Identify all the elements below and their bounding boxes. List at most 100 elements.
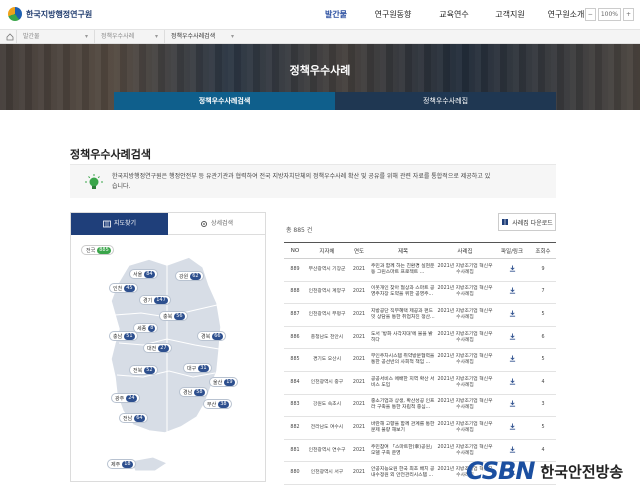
tab-label: 상세검색 <box>210 219 234 227</box>
region-jeonnam[interactable]: 전남 64 <box>119 413 148 423</box>
region-count-badge: 45 <box>124 284 135 292</box>
region-gyeongnam[interactable]: 경남 58 <box>179 387 208 397</box>
total-count: 총 885 건 <box>286 227 313 234</box>
cell-title[interactable]: 이웃개인 찾아 협상과 스마트 공영주차장 도약을 위한 공영주... <box>370 281 436 305</box>
download-icon[interactable] <box>509 333 516 340</box>
cell-title[interactable]: 주민참여 「스마트한(幸)공원」 모델 구축 운영 <box>370 439 436 463</box>
download-icon[interactable] <box>509 400 516 407</box>
region-ulsan[interactable]: 울산 19 <box>209 377 238 387</box>
region-count-badge: 38 <box>218 400 229 408</box>
top-header: 한국지방행정연구원 발간물 연구원동향 교육연수 고객지원 연구원소개 − 10… <box>0 0 640 30</box>
zoom-in-button[interactable]: + <box>622 8 634 21</box>
region-gwangju[interactable]: 광주 24 <box>111 393 140 403</box>
region-daejeon[interactable]: 대전 27 <box>143 343 172 353</box>
site-logo[interactable]: 한국지방행정연구원 <box>8 7 92 21</box>
breadcrumb-level-3[interactable]: 정책우수사례검색 ▾ <box>164 29 240 44</box>
region-jeju[interactable]: 제주 18 <box>107 459 136 469</box>
region-count-badge: 84 <box>144 270 155 278</box>
region-chungbuk[interactable]: 충북 56 <box>159 311 188 321</box>
region-all-button[interactable]: 전국 885 <box>81 245 114 255</box>
cell-year: 2021 <box>348 303 370 327</box>
region-count-badge: 18 <box>122 460 133 468</box>
nav-item-publications[interactable]: 발간물 <box>312 0 360 30</box>
cell-views: 5 <box>530 416 556 440</box>
region-gyeonggi[interactable]: 경기 147 <box>139 295 171 305</box>
nav-item-support[interactable]: 고객지원 <box>482 0 538 30</box>
download-label: 사례집 다운로드 <box>512 219 553 227</box>
region-label: 충북 <box>163 313 173 320</box>
cell-file <box>494 394 530 418</box>
cell-title[interactable]: 바란해 고향을 함께 관계를 통한 문제 불량 해보기 <box>370 416 436 440</box>
table-row[interactable]: 889 부산광역시 기장군 2021 주민과 함께 하는 친환경 실현운동 그린스마트… <box>284 258 556 282</box>
case-table: NO 지자체 연도 제목 사례집 파일/링크 조회수 889 부산광역시 기장군 2… <box>284 242 556 485</box>
cell-views: 9 <box>530 258 556 282</box>
tab-casebook[interactable]: 정책우수사례집 <box>335 92 556 110</box>
cell-title[interactable]: 중소기업과 상생, 확산성공 인프라 구축을 통한 자립적 중심... <box>370 394 436 418</box>
cell-title[interactable]: 주민과 함께 하는 친환경 실현운동 그린스마트 프로젝트 ... <box>370 258 436 282</box>
table-row[interactable]: 883 강원도 속초시 2021 중소기업과 상생, 확산성공 인프라 구축을 통한 … <box>284 394 556 418</box>
tab-detail-search[interactable]: 상세검색 <box>168 213 265 235</box>
cell-no: 885 <box>284 348 306 372</box>
table-row[interactable]: 888 인천광역시 계양구 2021 이웃개인 찾아 협상과 스마트 공영주차장 도약… <box>284 281 556 305</box>
region-label: 제주 <box>111 461 121 468</box>
map-panel: 지도찾기 상세검색 전국 885 서울 84 인천 45 경기 147 강원 62 충북… <box>70 212 266 482</box>
column-header: 지자체 <box>306 242 348 259</box>
cell-title[interactable]: 도서 '방화 사각지대'에 불을 밝히다 <box>370 326 436 350</box>
region-label: 인천 <box>113 285 123 292</box>
download-icon[interactable] <box>509 355 516 362</box>
download-icon[interactable] <box>509 310 516 317</box>
zoom-out-button[interactable]: − <box>584 8 596 21</box>
tab-search[interactable]: 정책우수사례검색 <box>114 92 335 110</box>
region-gangwon[interactable]: 강원 62 <box>175 271 204 281</box>
tab-label: 지도찾기 <box>113 220 137 227</box>
logo-mark-icon <box>8 7 22 21</box>
region-label: 광주 <box>115 395 125 402</box>
region-incheon[interactable]: 인천 45 <box>109 283 138 293</box>
region-daegu[interactable]: 대구 31 <box>183 363 212 373</box>
region-seoul[interactable]: 서울 84 <box>129 269 158 279</box>
region-busan[interactable]: 부산 38 <box>203 399 232 409</box>
region-count-badge: 24 <box>126 394 137 402</box>
download-icon[interactable] <box>509 265 516 272</box>
breadcrumb-label: 정책우수사례검색 <box>171 32 216 40</box>
cell-casebook: 2021년 지방조기업 혁신우수사례집 <box>436 371 494 395</box>
region-count-badge: 66 <box>212 332 223 340</box>
casebook-download-button[interactable]: 사례집 다운로드 <box>498 213 556 231</box>
cell-title[interactable]: 안공지능요원 한국 최초 배치 공 내수정원 외 안전관리시스템 ... <box>370 461 436 485</box>
region-jeonbuk[interactable]: 전북 52 <box>129 365 158 375</box>
logo-text: 한국지방행정연구원 <box>26 9 93 19</box>
home-icon[interactable] <box>4 30 16 44</box>
breadcrumb-level-2[interactable]: 정책우수사례 ▾ <box>94 29 164 44</box>
nav-item-education[interactable]: 교육연수 <box>426 0 482 30</box>
cell-file <box>494 281 530 305</box>
breadcrumb-level-1[interactable]: 발간물 ▾ <box>16 29 94 44</box>
region-chungnam[interactable]: 충남 51 <box>109 331 138 341</box>
table-row[interactable]: 885 경기도 오산시 2021 무인주차시스템 취약방문협력을 통한 공선반의 사회… <box>284 348 556 372</box>
cell-region: 강원도 속초시 <box>306 394 348 418</box>
cell-no: 881 <box>284 439 306 463</box>
cell-year: 2021 <box>348 394 370 418</box>
table-row[interactable]: 882 전라남도 여수시 2021 바란해 고향을 함께 관계를 통한 문제 불량 해… <box>284 416 556 440</box>
chevron-down-icon: ▾ <box>84 32 88 40</box>
cell-title[interactable]: 지방공단 직무혜택 제공과 펀드 잇 상담을 통한 취업처진 정산... <box>370 303 436 327</box>
download-icon[interactable] <box>509 287 516 294</box>
nav-item-research-news[interactable]: 연구원동향 <box>360 0 426 30</box>
cell-year: 2021 <box>348 461 370 485</box>
download-icon[interactable] <box>509 445 516 453</box>
tab-map-search[interactable]: 지도찾기 <box>71 213 168 235</box>
region-count-badge: 147 <box>154 296 168 304</box>
cell-title[interactable]: 공공서비스 에배한 지역 확산 서비스 도입 <box>370 371 436 395</box>
cell-file <box>494 258 530 282</box>
region-sejong[interactable]: 세종 8 <box>133 323 159 333</box>
cell-file <box>494 326 530 350</box>
cell-title[interactable]: 무인주차시스템 취약방문협력을 통한 공선반의 사회적 책임 ... <box>370 348 436 372</box>
download-icon[interactable] <box>509 378 516 385</box>
region-label: 서울 <box>133 271 143 278</box>
table-row[interactable]: 887 인천광역시 부평구 2021 지방공단 직무혜택 제공과 펀드 잇 상담을 통… <box>284 303 556 327</box>
table-row[interactable]: 884 인천광역시 중구 2021 공공서비스 에배한 지역 확산 서비스 도입 202… <box>284 371 556 395</box>
region-gyeongbuk[interactable]: 경북 66 <box>197 331 226 341</box>
map-icon <box>103 220 111 228</box>
download-icon[interactable] <box>509 423 516 430</box>
table-row[interactable]: 886 충청남도 천안시 2021 도서 '방화 사각지대'에 불을 밝히다 2021년… <box>284 326 556 350</box>
region-label: 경기 <box>143 297 153 304</box>
